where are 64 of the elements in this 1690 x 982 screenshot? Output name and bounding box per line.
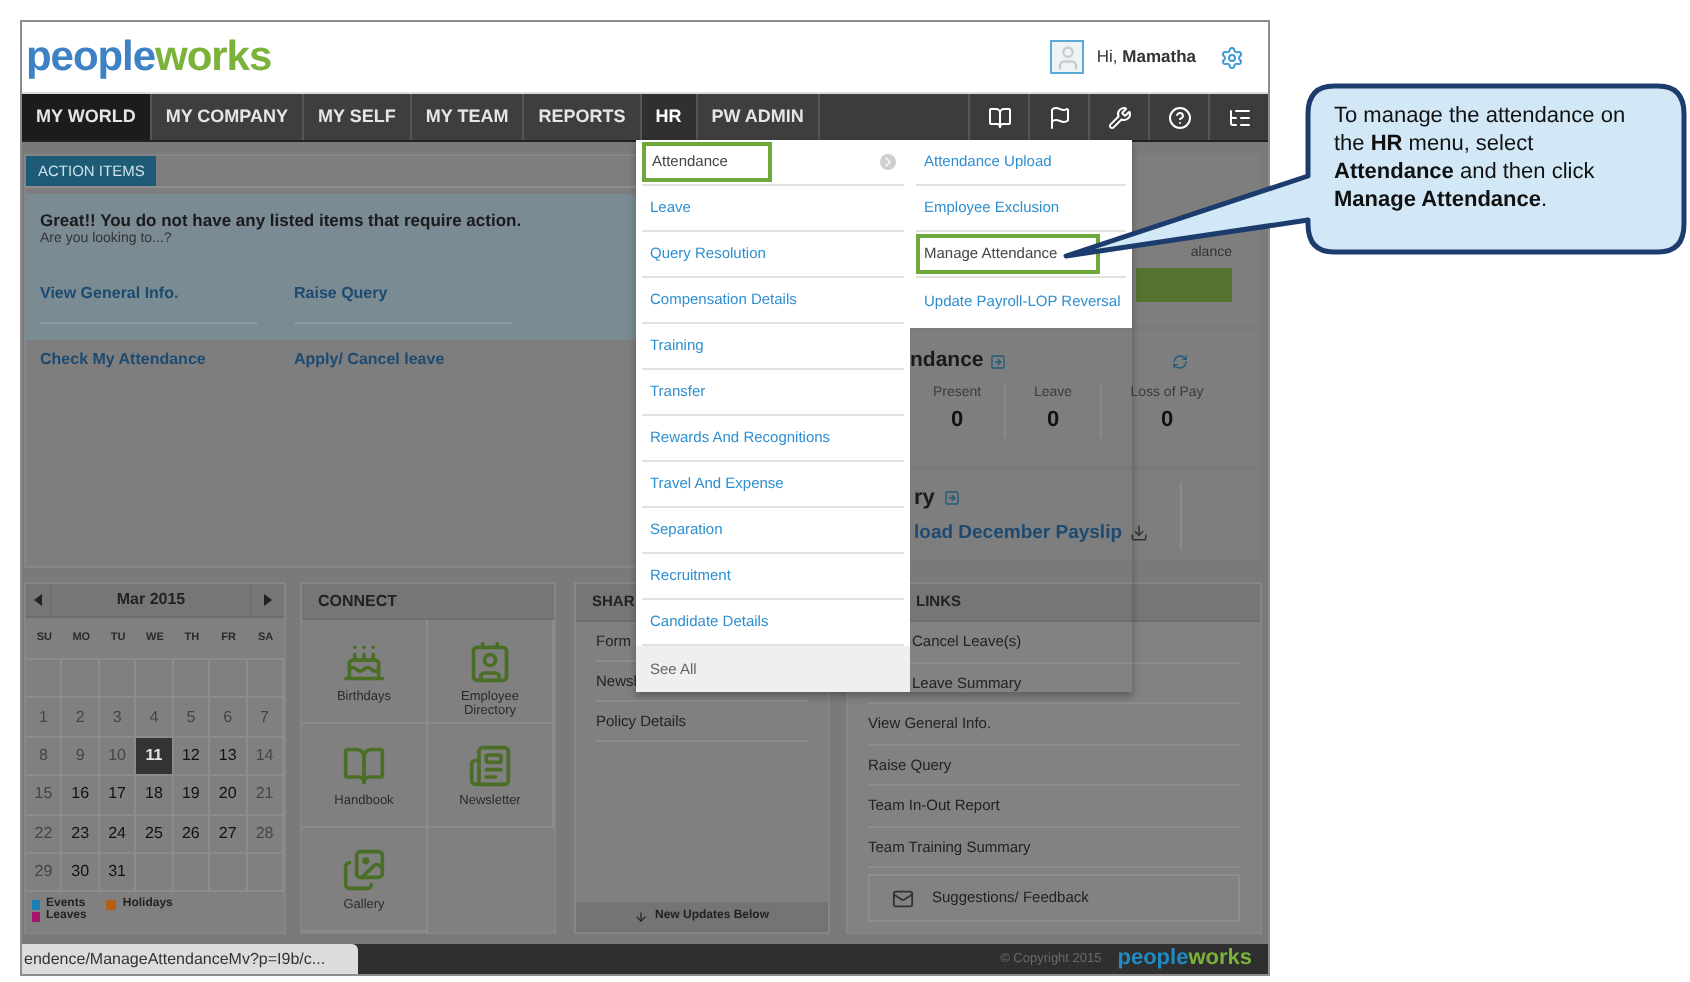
pictures-icon bbox=[342, 848, 386, 892]
action-link[interactable]: View General Info. bbox=[40, 284, 179, 302]
stat-value: 0 bbox=[1160, 406, 1174, 437]
calendar-day[interactable]: 8 bbox=[38, 743, 48, 768]
calendar-day[interactable]: 19 bbox=[181, 782, 200, 807]
stat-value: 0 bbox=[1046, 406, 1060, 437]
calendar-day[interactable]: 24 bbox=[108, 821, 127, 846]
calendar-day[interactable]: 1 bbox=[38, 705, 48, 730]
calendar-day[interactable]: 28 bbox=[255, 821, 274, 846]
nav-tab[interactable]: HR bbox=[641, 94, 698, 140]
calendar-day[interactable]: 27 bbox=[218, 821, 237, 846]
calendar-day[interactable]: 7 bbox=[260, 705, 269, 730]
status-url: endence/ManageAttendanceMv?p=I9b/c... bbox=[22, 944, 358, 974]
book-icon bbox=[342, 744, 386, 788]
callout-text: To manage the attendance on the HR menu, select Attendance and then click Manage Attendance. bbox=[1334, 102, 1628, 214]
action-message: Great!! You do not have any listed items that require action. bbox=[40, 210, 524, 230]
logo: peopleworks bbox=[26, 36, 272, 78]
calendar-day[interactable]: 13 bbox=[218, 743, 237, 768]
calendar-day[interactable]: 2 bbox=[75, 705, 85, 730]
stat-value: 0 bbox=[950, 406, 964, 437]
panel-title: CONNECT bbox=[318, 589, 398, 613]
calendar-day[interactable]: 26 bbox=[181, 821, 200, 846]
calendar-day[interactable]: 29 bbox=[34, 860, 53, 885]
mail-icon bbox=[890, 887, 916, 909]
calendar-day[interactable]: 30 bbox=[71, 860, 90, 885]
calendar-day[interactable]: 21 bbox=[255, 782, 274, 807]
download-icon[interactable] bbox=[1130, 524, 1149, 543]
attendance-title: ndance bbox=[910, 346, 984, 376]
calendar-day[interactable]: 25 bbox=[145, 821, 163, 846]
calendar-day[interactable]: 15 bbox=[34, 782, 53, 807]
calendar-day[interactable]: 14 bbox=[255, 743, 274, 768]
calendar-day[interactable]: 10 bbox=[108, 743, 127, 768]
submenu-arrow-icon bbox=[880, 154, 896, 170]
action-link[interactable]: Check My Attendance bbox=[40, 350, 206, 368]
calendar-day[interactable]: 9 bbox=[75, 743, 85, 768]
calendar-day[interactable]: 20 bbox=[218, 782, 237, 807]
payslip-link[interactable]: load December Payslip bbox=[914, 519, 1123, 548]
action-link[interactable]: Apply/ Cancel leave bbox=[294, 350, 445, 368]
calendar-day[interactable]: 16 bbox=[71, 782, 90, 807]
nav-tab[interactable]: MY WORLD bbox=[22, 94, 152, 140]
calendar-month: Mar 2015 bbox=[114, 588, 188, 612]
calendar-day[interactable]: 6 bbox=[223, 705, 233, 730]
calendar-day[interactable]: 12 bbox=[181, 743, 200, 768]
calendar-day[interactable]: 18 bbox=[145, 782, 163, 807]
footer-logo: peopleworks bbox=[1117, 948, 1252, 970]
calendar-day[interactable]: 22 bbox=[34, 821, 53, 846]
greeting: Hi, Mamatha bbox=[1096, 44, 1196, 70]
down-arrow-icon bbox=[634, 910, 649, 924]
left-triangle-icon bbox=[34, 594, 42, 606]
cake-icon bbox=[342, 640, 386, 684]
avatar[interactable] bbox=[1050, 40, 1085, 74]
settings-icon[interactable] bbox=[1220, 45, 1244, 69]
right-triangle-icon bbox=[264, 594, 272, 606]
calendar-day[interactable]: 4 bbox=[149, 705, 159, 730]
calendar-day[interactable]: 5 bbox=[186, 705, 196, 730]
action-link[interactable]: Raise Query bbox=[294, 284, 388, 302]
calendar-day[interactable]: 3 bbox=[112, 705, 122, 730]
contact-card-icon bbox=[468, 640, 512, 684]
calendar-day[interactable]: 23 bbox=[71, 821, 90, 846]
newspaper-icon bbox=[468, 744, 512, 788]
salary-title: ry bbox=[914, 484, 935, 514]
calendar-day[interactable]: 31 bbox=[108, 860, 127, 885]
calendar-day[interactable]: 17 bbox=[108, 782, 127, 807]
calendar-day[interactable]: 11 bbox=[136, 737, 172, 774]
